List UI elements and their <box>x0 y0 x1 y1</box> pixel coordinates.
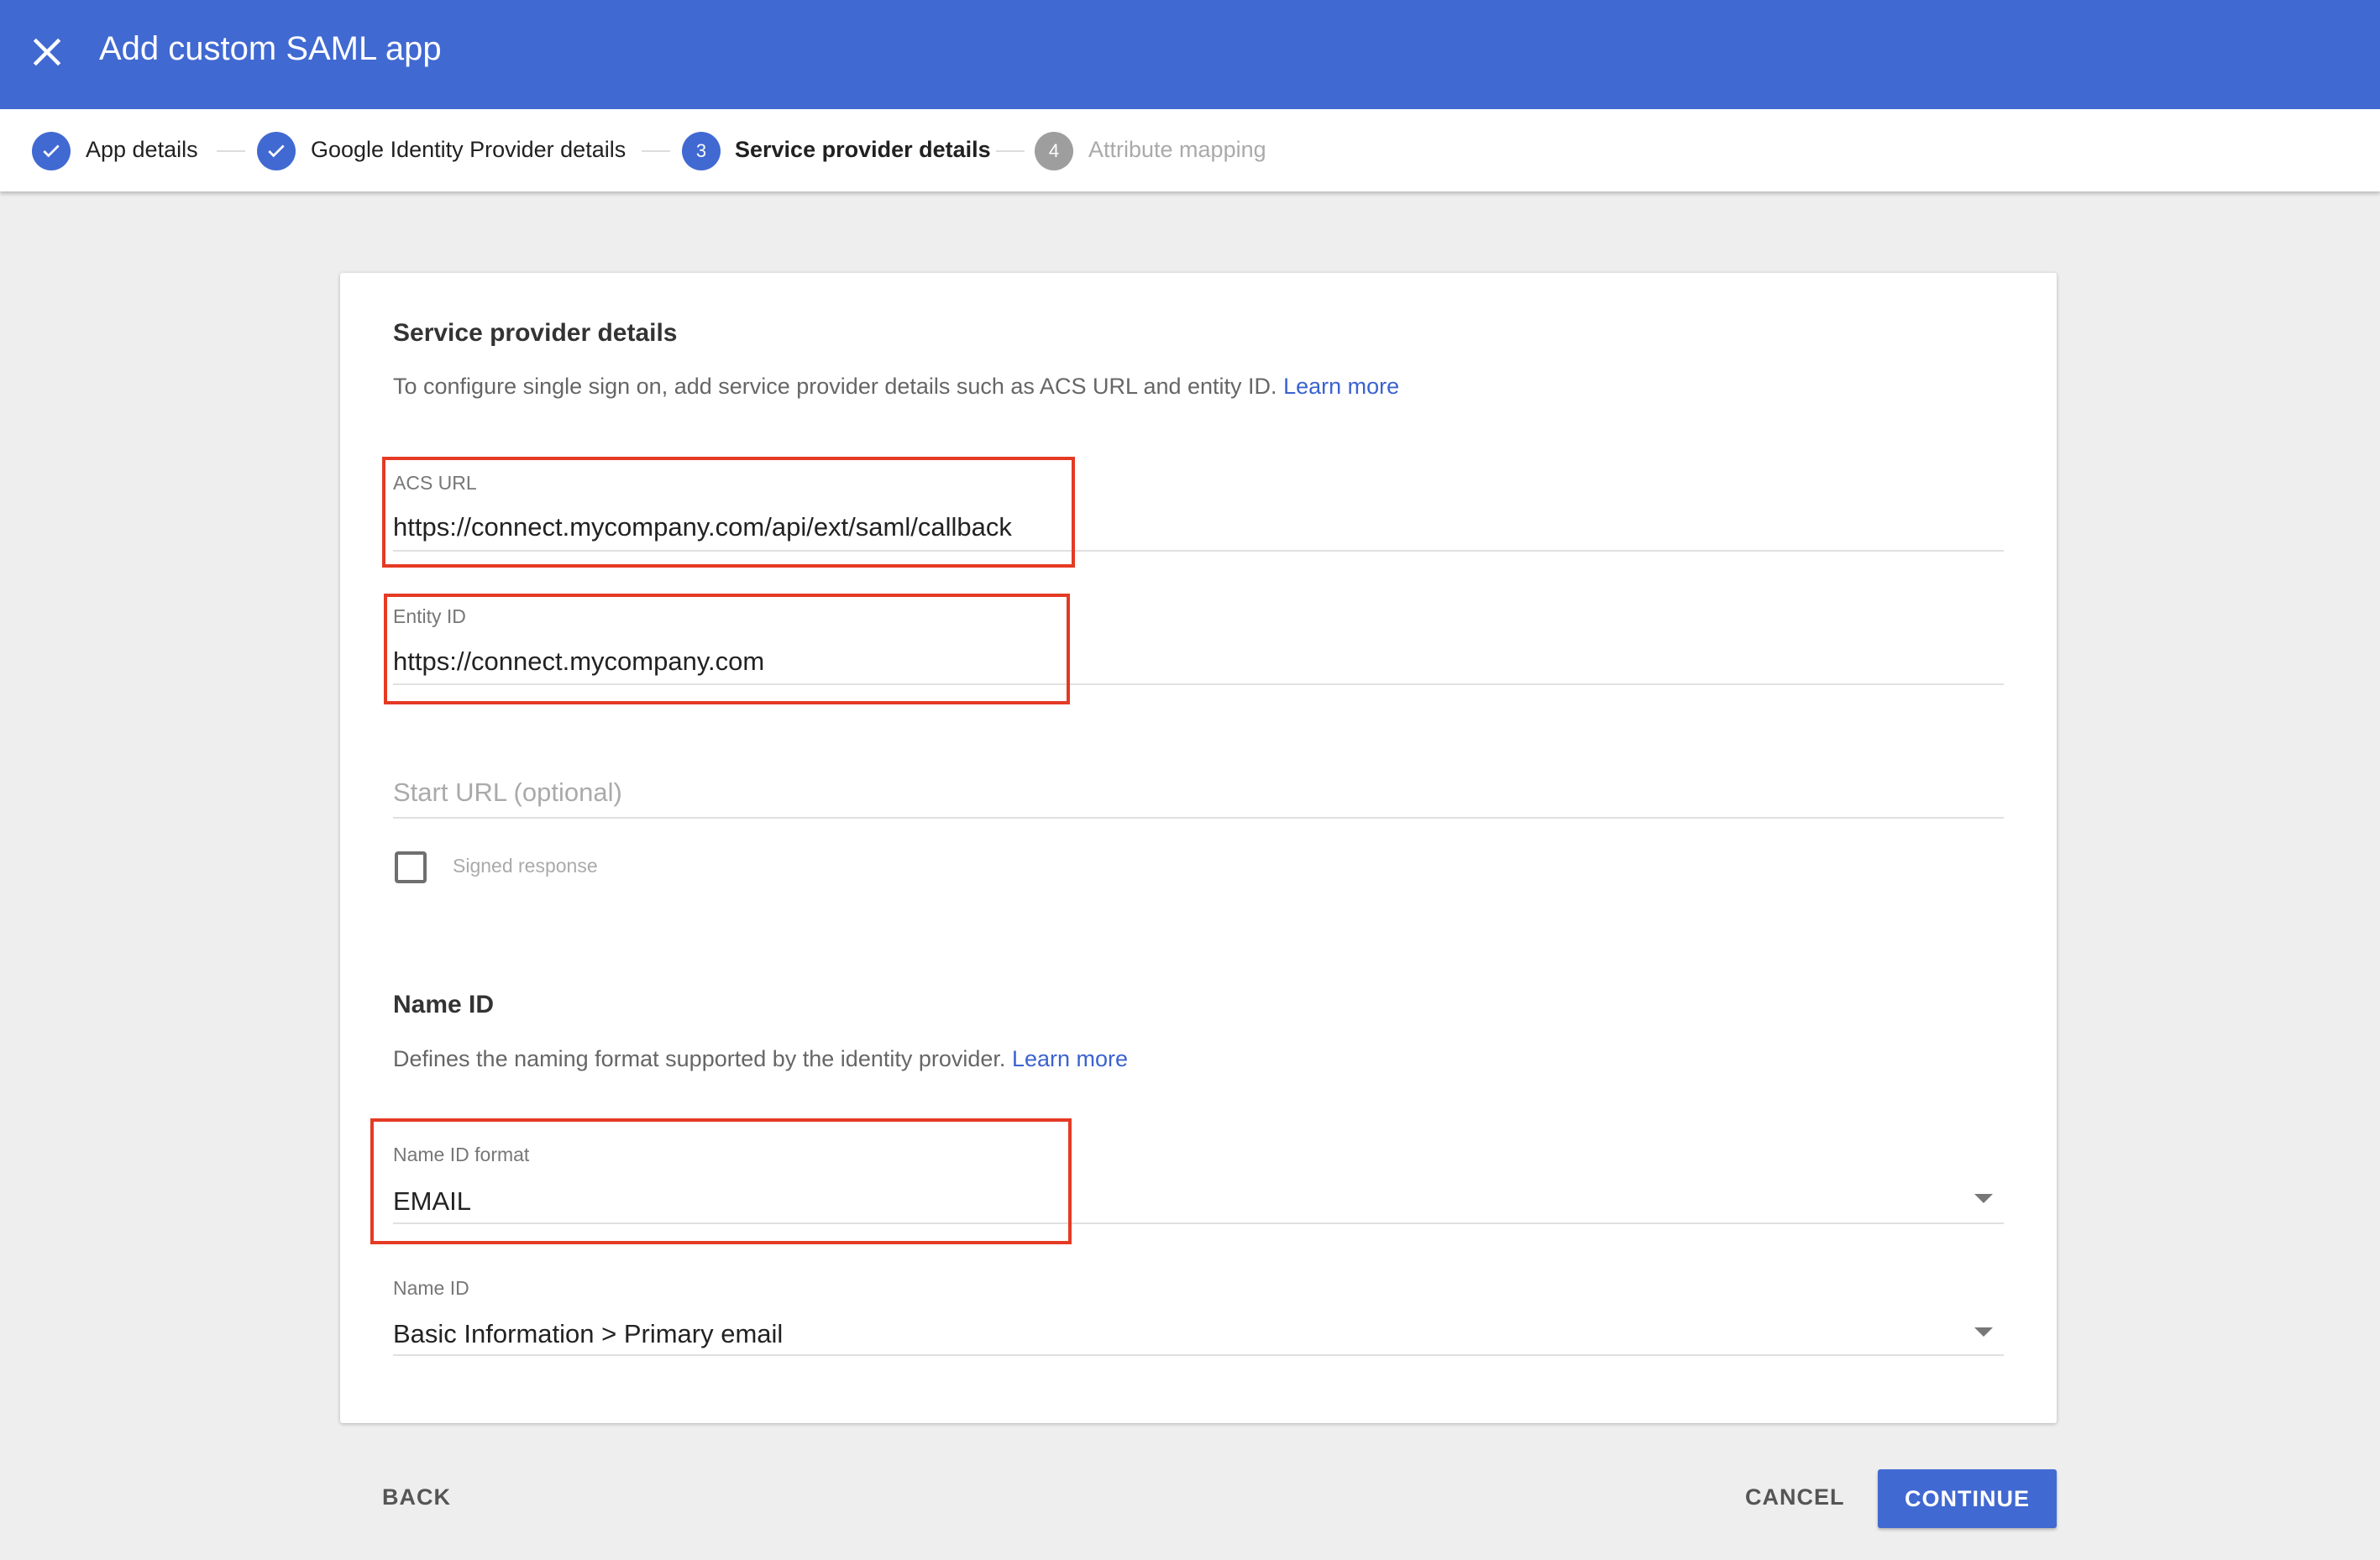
start-url-input[interactable]: Start URL (optional) <box>393 777 622 808</box>
check-icon <box>257 132 296 170</box>
name-id-title: Name ID <box>393 991 495 1018</box>
step-divider <box>217 150 245 152</box>
learn-more-link[interactable]: Learn more <box>1012 1046 1128 1071</box>
step-attribute-mapping: Attribute mapping <box>1088 137 1266 162</box>
stepper: App details Google Identity Provider det… <box>0 109 2380 191</box>
section-description: To configure single sign on, add service… <box>393 374 1400 399</box>
highlight-box <box>382 457 1075 568</box>
learn-more-link[interactable]: Learn more <box>1283 374 1399 399</box>
back-button[interactable]: BACK <box>382 1484 451 1510</box>
signed-response-checkbox[interactable] <box>395 851 427 883</box>
app-header: Add custom SAML app <box>0 0 2380 109</box>
field-underline <box>393 817 2004 819</box>
step-service-provider: Service provider details <box>735 137 991 162</box>
name-id-label: Name ID <box>393 1277 469 1299</box>
dropdown-arrow-icon[interactable] <box>1974 1327 1993 1337</box>
highlight-box <box>384 594 1070 704</box>
close-icon[interactable] <box>29 34 66 71</box>
field-underline <box>393 1354 2004 1356</box>
highlight-box <box>370 1118 1072 1244</box>
service-provider-card <box>340 273 2057 1423</box>
cancel-button[interactable]: CANCEL <box>1745 1484 1845 1510</box>
step-app-details[interactable]: App details <box>86 137 198 163</box>
section-title: Service provider details <box>393 319 678 347</box>
dropdown-arrow-icon[interactable] <box>1974 1194 1993 1203</box>
step-divider <box>642 150 670 152</box>
page-title: Add custom SAML app <box>99 30 442 67</box>
check-icon <box>32 132 71 170</box>
step-divider <box>996 150 1025 152</box>
step-number: 4 <box>1035 132 1073 170</box>
signed-response-label: Signed response <box>453 855 598 877</box>
name-id-select[interactable]: Basic Information > Primary email <box>393 1319 783 1349</box>
step-idp-details[interactable]: Google Identity Provider details <box>311 137 630 163</box>
continue-button[interactable]: CONTINUE <box>1878 1469 2057 1528</box>
step-number: 3 <box>682 132 721 170</box>
name-id-description: Defines the naming format supported by t… <box>393 1046 1129 1071</box>
